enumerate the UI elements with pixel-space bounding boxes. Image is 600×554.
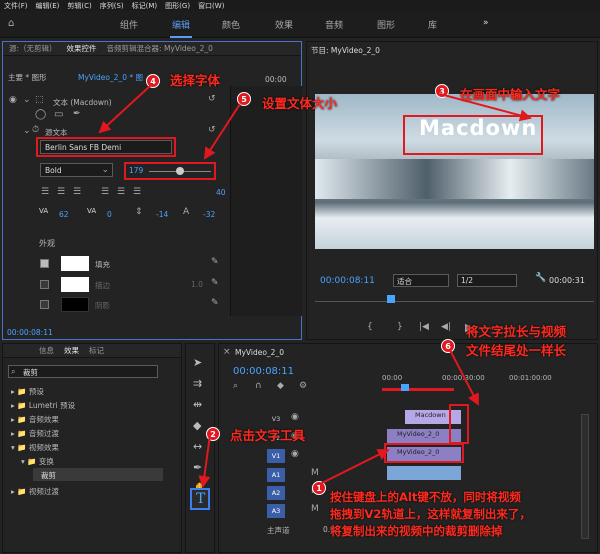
arrow-font (98, 85, 151, 134)
arrow-size (203, 103, 241, 160)
arrow-type-tool (198, 434, 211, 488)
annotation-arrows (98, 85, 532, 488)
arrow-text (439, 93, 532, 122)
arrow-alt-drag (319, 449, 390, 485)
arrow-extend (449, 349, 479, 406)
